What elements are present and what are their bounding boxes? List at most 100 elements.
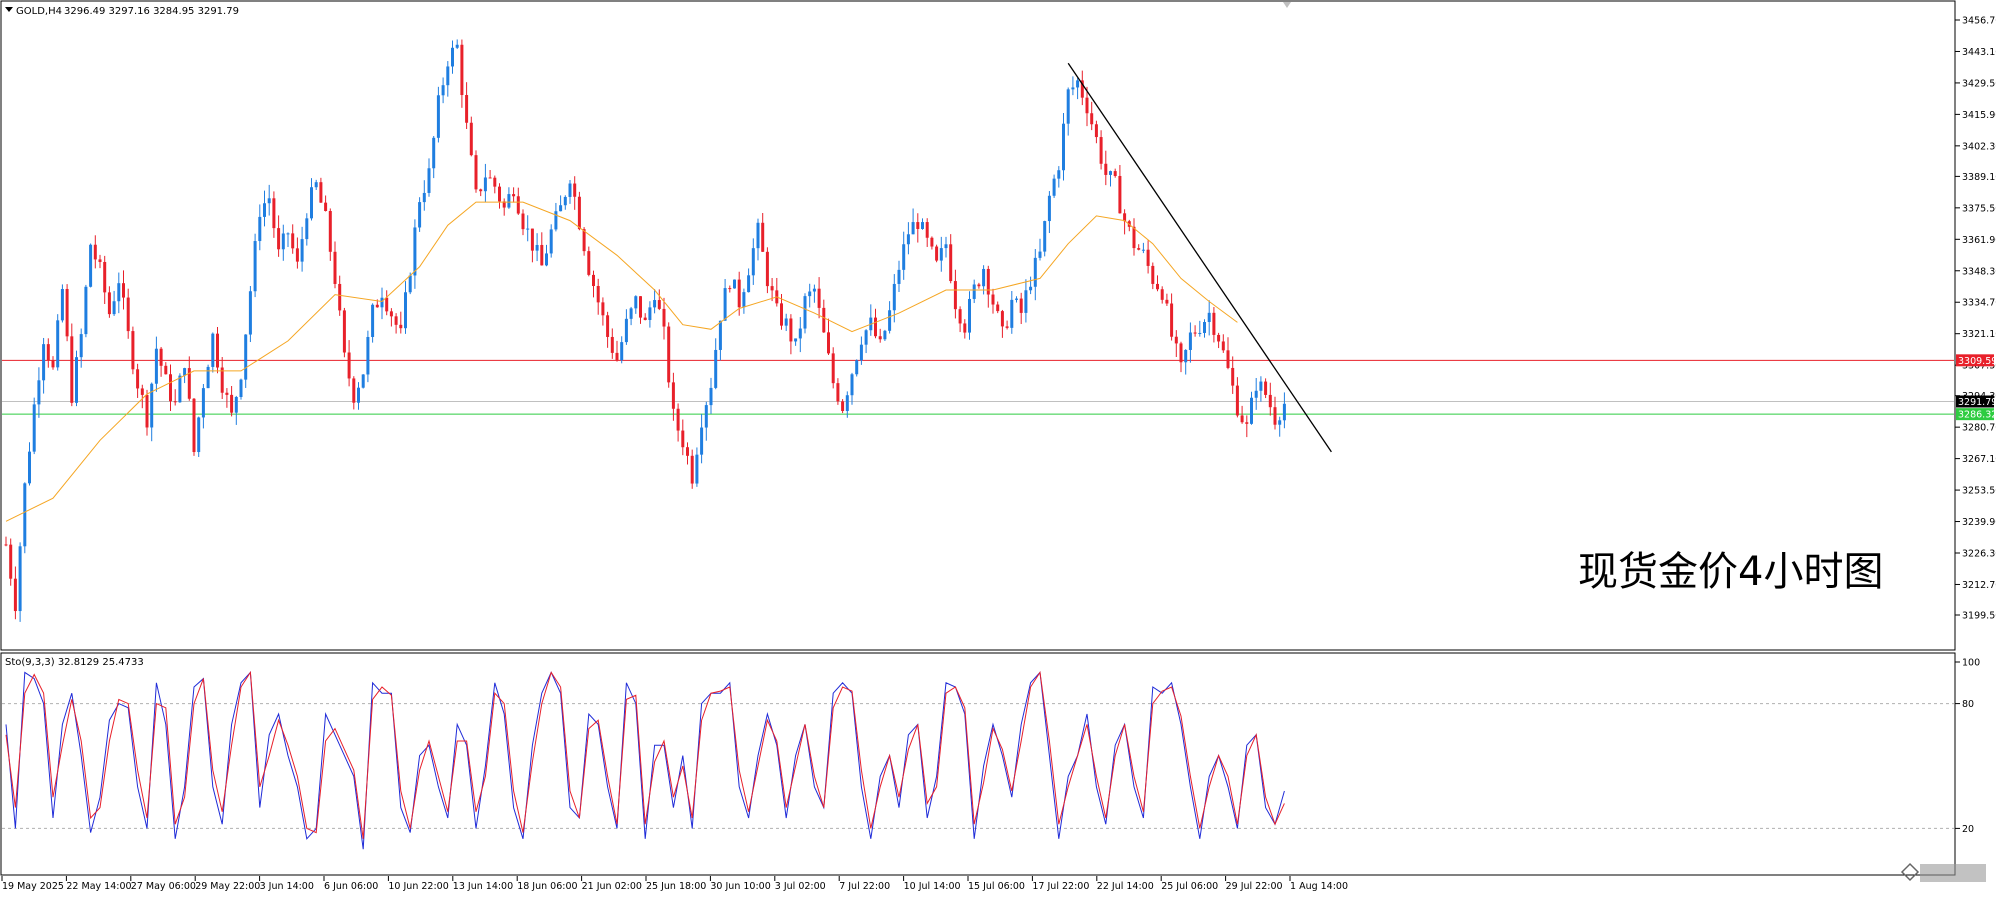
candle-body: [850, 374, 854, 396]
price-line-tag-label: 3286.32: [1958, 410, 1996, 421]
candle-body: [982, 268, 986, 287]
time-tick-label: 29 Jul 22:00: [1226, 881, 1283, 892]
candle-body: [1066, 89, 1070, 124]
candle-body: [516, 196, 520, 214]
logo-mark: [1920, 864, 1986, 882]
candle-body: [286, 233, 290, 235]
candle-body: [361, 374, 365, 388]
candle-body: [201, 388, 205, 418]
candle-body: [916, 222, 920, 229]
candle-body: [79, 334, 83, 358]
chart-canvas[interactable]: GOLD,H4 3296.49 3297.16 3284.95 3291.79 …: [0, 0, 1996, 895]
candle-body: [1052, 178, 1056, 196]
candle-body: [1029, 286, 1033, 291]
candle-body: [864, 330, 868, 345]
candle-body: [1250, 397, 1253, 424]
candle-body: [817, 288, 821, 308]
candle-body: [1184, 349, 1188, 363]
time-tick-label: 3 Jun 14:00: [260, 881, 314, 892]
time-tick-label: 17 Jul 22:00: [1032, 881, 1089, 892]
candle-body: [1019, 298, 1023, 313]
time-tick-label: 10 Jul 14:00: [904, 881, 961, 892]
candle-body: [314, 182, 318, 188]
candle-body: [216, 333, 219, 368]
candle-body: [1240, 415, 1244, 423]
candle-body: [192, 398, 196, 453]
chart-background: [0, 0, 1996, 895]
price-tick-label: 3321.10: [1962, 329, 1996, 340]
candle-body: [460, 44, 464, 96]
price-tick-label: 3415.90: [1962, 110, 1996, 121]
candle-body: [103, 261, 107, 293]
candle-body: [389, 311, 393, 317]
candle-body: [1188, 332, 1192, 350]
candle-body: [1203, 322, 1206, 333]
candle-body: [1132, 226, 1136, 249]
candle-body: [272, 198, 276, 229]
candle-body: [1094, 124, 1098, 138]
price-tick-label: 3375.50: [1962, 203, 1996, 214]
candle-body: [653, 300, 657, 308]
price-tick-label: 3239.90: [1962, 517, 1996, 528]
candle-body: [65, 288, 69, 337]
time-tick-label: 6 Jun 06:00: [324, 881, 378, 892]
candle-body: [1015, 298, 1018, 300]
price-tick-label: 3402.30: [1962, 141, 1996, 152]
candle-body: [996, 304, 1000, 312]
candle-body: [714, 349, 718, 388]
time-tick-label: 29 May 22:00: [195, 881, 260, 892]
candle-body: [432, 137, 436, 169]
candle-body: [855, 360, 859, 375]
time-tick-label: 27 May 06:00: [131, 881, 196, 892]
candle-body: [126, 297, 130, 332]
candle-body: [1198, 332, 1202, 334]
candle-body: [342, 310, 346, 353]
candle-body: [42, 344, 46, 381]
candle-body: [582, 229, 586, 252]
candle-body: [357, 387, 360, 403]
candle-body: [408, 275, 412, 293]
candle-body: [610, 336, 614, 353]
time-tick-label: 3 Jul 02:00: [775, 881, 826, 892]
candle-body: [935, 246, 939, 261]
candle-body: [1278, 420, 1282, 425]
candle-body: [704, 405, 708, 428]
candle-body: [526, 228, 530, 230]
symbol-label: GOLD,H4: [16, 6, 62, 17]
candle-body: [596, 286, 600, 303]
candle-body: [859, 344, 863, 361]
candle-body: [1109, 171, 1112, 175]
candle-body: [178, 375, 182, 403]
candle-body: [563, 196, 567, 206]
candle-body: [587, 251, 591, 275]
candle-body: [1076, 80, 1080, 88]
candle-body: [28, 451, 31, 484]
candle-body: [798, 328, 802, 339]
candle-body: [921, 222, 924, 229]
candle-body: [1038, 251, 1042, 258]
candle-body: [352, 378, 356, 403]
candle-body: [1137, 248, 1141, 250]
candle-body: [925, 222, 929, 238]
candle-body: [1259, 381, 1263, 391]
time-tick-label: 22 Jul 14:00: [1097, 881, 1154, 892]
candle-body: [723, 288, 727, 321]
candle-body: [1005, 326, 1009, 328]
price-tick-label: 3429.50: [1962, 78, 1996, 89]
candle-body: [1165, 299, 1169, 304]
candle-body: [1141, 249, 1145, 251]
candle-body: [1193, 332, 1197, 334]
candle-body: [657, 300, 661, 309]
stochastic-tick-label: 80: [1962, 699, 1974, 710]
candle-body: [150, 383, 154, 428]
candle-body: [737, 279, 741, 308]
candle-body: [1179, 343, 1183, 363]
candle-body: [690, 455, 694, 484]
candle-body: [366, 336, 370, 375]
candle-body: [98, 259, 102, 262]
stochastic-header: Sto(9,3,3) 32.8129 25.4733: [5, 657, 144, 668]
candle-body: [709, 387, 713, 406]
candle-body: [263, 203, 266, 217]
candle-body: [375, 304, 379, 308]
candle-body: [18, 546, 22, 612]
